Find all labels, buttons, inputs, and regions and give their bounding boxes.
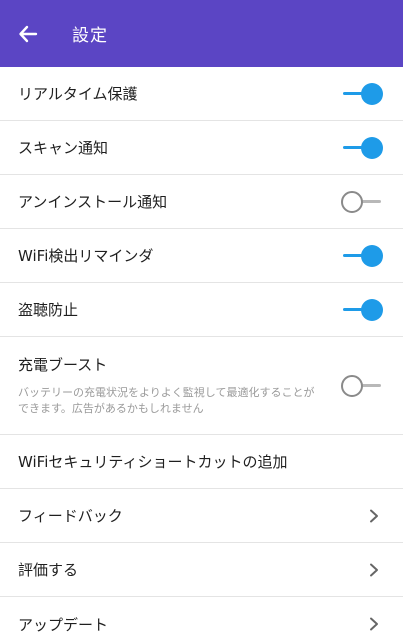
setting-label: WiFiセキュリティショートカットの追加 xyxy=(18,453,288,471)
setting-feedback[interactable]: フィードバック xyxy=(0,489,403,543)
setting-anti-eavesdrop[interactable]: 盗聴防止 xyxy=(0,283,403,337)
chevron-right-icon xyxy=(370,617,378,631)
setting-update[interactable]: アップデート xyxy=(0,597,403,640)
setting-add-wifi-shortcut[interactable]: WiFiセキュリティショートカットの追加 xyxy=(0,435,403,489)
setting-label: アンインストール通知 xyxy=(18,193,168,211)
setting-label: リアルタイム保護 xyxy=(18,85,138,103)
wifi-reminder-toggle[interactable] xyxy=(341,244,383,268)
setting-label: フィードバック xyxy=(18,507,123,525)
setting-realtime-protection[interactable]: リアルタイム保護 xyxy=(0,67,403,121)
charge-boost-toggle[interactable] xyxy=(341,374,383,398)
toggle-thumb xyxy=(341,374,363,397)
setting-label: アップデート xyxy=(18,615,109,634)
arrow-left-icon xyxy=(19,25,38,42)
setting-rate[interactable]: 評価する xyxy=(0,543,403,597)
app-bar: 設定 xyxy=(0,0,403,67)
settings-list: リアルタイム保護 スキャン通知 アンインストール通知 WiFi検出リマインダ 盗… xyxy=(0,67,403,640)
setting-charge-boost[interactable]: 充電ブースト バッテリーの充電状況をよりよく監視して最適化することができます。広… xyxy=(0,337,403,435)
setting-label: 盗聴防止 xyxy=(18,301,79,319)
chevron-right-icon xyxy=(370,509,378,522)
toggle-thumb xyxy=(341,190,363,213)
uninstall-notification-toggle[interactable] xyxy=(341,190,383,214)
setting-label: WiFi検出リマインダ xyxy=(18,247,154,265)
scan-notification-toggle[interactable] xyxy=(341,136,383,160)
setting-text: 充電ブースト バッテリーの充電状況をよりよく監視して最適化することができます。広… xyxy=(18,354,341,417)
chevron-right-icon xyxy=(370,563,378,576)
toggle-thumb xyxy=(361,136,383,159)
toggle-thumb xyxy=(361,244,383,267)
back-button[interactable] xyxy=(14,20,42,48)
page-title: 設定 xyxy=(72,26,108,46)
toggle-thumb xyxy=(361,82,383,105)
toggle-thumb xyxy=(361,298,383,321)
anti-eavesdrop-toggle[interactable] xyxy=(341,298,383,322)
setting-uninstall-notification[interactable]: アンインストール通知 xyxy=(0,175,403,229)
setting-scan-notification[interactable]: スキャン通知 xyxy=(0,121,403,175)
realtime-protection-toggle[interactable] xyxy=(341,82,383,106)
setting-label: スキャン通知 xyxy=(18,139,109,157)
setting-label: 充電ブースト xyxy=(18,356,108,374)
setting-wifi-reminder[interactable]: WiFi検出リマインダ xyxy=(0,229,403,283)
setting-label: 評価する xyxy=(18,561,79,579)
setting-description: バッテリーの充電状況をよりよく監視して最適化することができます。広告があるかもし… xyxy=(18,386,315,415)
